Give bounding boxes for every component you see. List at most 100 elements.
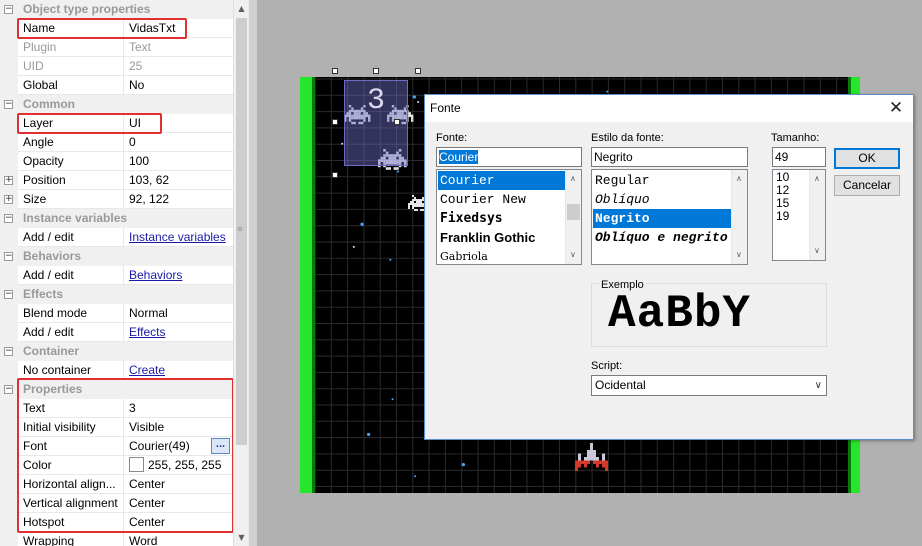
collapse-icon[interactable]: − bbox=[4, 252, 13, 261]
ok-button[interactable]: OK bbox=[834, 148, 900, 169]
property-value[interactable]: Effects bbox=[123, 323, 233, 342]
property-value[interactable]: Center bbox=[123, 513, 233, 532]
handle-bottom-left[interactable] bbox=[332, 172, 338, 178]
property-row[interactable]: Global No bbox=[0, 76, 233, 95]
style-list-item[interactable]: Negrito bbox=[593, 209, 731, 228]
property-value[interactable]: Word bbox=[123, 532, 233, 546]
expand-icon[interactable]: + bbox=[4, 195, 13, 204]
property-row[interactable]: Initial visibility Visible bbox=[0, 418, 233, 437]
property-category[interactable]: − Common bbox=[0, 95, 233, 114]
style-list-item[interactable]: Oblíquo bbox=[593, 190, 731, 209]
handle-top-center[interactable] bbox=[373, 68, 379, 74]
property-value[interactable]: Normal bbox=[123, 304, 233, 323]
property-link[interactable]: Effects bbox=[129, 325, 165, 339]
style-list[interactable]: Oblíquo e negrito Negrito Oblíquo Regular ∧… bbox=[591, 169, 748, 265]
scroll-up-icon[interactable]: ∧ bbox=[736, 174, 744, 184]
property-row[interactable]: Opacity 100 bbox=[0, 152, 233, 171]
property-row[interactable]: Add / edit Instance variables bbox=[0, 228, 233, 247]
property-row[interactable]: Font Courier(49)... bbox=[0, 437, 233, 456]
property-value[interactable]: No bbox=[123, 76, 233, 95]
property-row[interactable]: + Size 92, 122 bbox=[0, 190, 233, 209]
size-list[interactable]: 19 15 12 10 ∧ ∨ bbox=[772, 169, 826, 261]
style-list-scrollbar[interactable]: ∧ ∨ bbox=[731, 170, 747, 264]
font-list-item[interactable]: Fixedsys bbox=[438, 209, 565, 228]
style-input[interactable]: Negrito bbox=[591, 147, 748, 167]
collapse-icon[interactable]: − bbox=[4, 5, 13, 14]
collapse-icon[interactable]: − bbox=[4, 100, 13, 109]
property-row[interactable]: Angle 0 bbox=[0, 133, 233, 152]
property-row[interactable]: No container Create bbox=[0, 361, 233, 380]
font-list-scroll-thumb[interactable] bbox=[567, 204, 580, 220]
collapse-icon[interactable]: − bbox=[4, 214, 13, 223]
scroll-down-icon[interactable]: ∨ bbox=[570, 250, 578, 260]
property-category[interactable]: − Object type properties bbox=[0, 0, 233, 19]
scroll-down-icon[interactable]: ∨ bbox=[736, 250, 744, 260]
property-row[interactable]: Name VidasTxt bbox=[0, 19, 233, 38]
font-list-item[interactable]: Franklin Gothic bbox=[438, 228, 565, 247]
property-row[interactable]: Text 3 bbox=[0, 399, 233, 418]
property-link[interactable]: Instance variables bbox=[129, 230, 226, 244]
property-value[interactable]: 92, 122 bbox=[123, 190, 233, 209]
property-row[interactable]: Add / edit Behaviors bbox=[0, 266, 233, 285]
property-row[interactable]: + Position 103, 62 bbox=[0, 171, 233, 190]
property-row[interactable]: UID 25 bbox=[0, 57, 233, 76]
property-value[interactable]: 0 bbox=[123, 133, 233, 152]
style-list-item[interactable]: Regular bbox=[593, 171, 731, 190]
font-list-item[interactable]: Courier bbox=[438, 171, 565, 190]
property-category[interactable]: − Properties bbox=[0, 380, 233, 399]
property-row[interactable]: Layer UI bbox=[0, 114, 233, 133]
collapse-icon[interactable]: − bbox=[4, 385, 13, 394]
handle-top-left[interactable] bbox=[332, 68, 338, 74]
color-swatch[interactable] bbox=[129, 457, 144, 473]
property-category[interactable]: − Container bbox=[0, 342, 233, 361]
style-list-item[interactable]: Oblíquo e negrito bbox=[593, 228, 731, 247]
handle-top-right[interactable] bbox=[415, 68, 421, 74]
scroll-down-icon[interactable]: ∨ bbox=[814, 246, 822, 256]
size-input[interactable]: 49 bbox=[772, 147, 826, 167]
properties-scrollbar[interactable]: ▲ ≡ ▼ bbox=[233, 0, 248, 546]
collapse-icon[interactable]: − bbox=[4, 290, 13, 299]
property-value[interactable]: Visible bbox=[123, 418, 233, 437]
cancel-button[interactable]: Cancelar bbox=[834, 175, 900, 196]
property-value[interactable]: UI bbox=[123, 114, 233, 133]
handle-middle-right[interactable] bbox=[394, 119, 400, 125]
property-row[interactable]: Add / edit Effects bbox=[0, 323, 233, 342]
property-value[interactable]: Instance variables bbox=[123, 228, 233, 247]
size-list-item[interactable]: 10 bbox=[774, 171, 789, 190]
property-category[interactable]: − Effects bbox=[0, 285, 233, 304]
collapse-icon[interactable]: − bbox=[4, 347, 13, 356]
property-row[interactable]: Wrapping Word bbox=[0, 532, 233, 546]
property-value[interactable]: 25 bbox=[123, 57, 233, 76]
property-row[interactable]: Horizontal align... Center bbox=[0, 475, 233, 494]
layout-scroll-thumb[interactable] bbox=[249, 0, 256, 546]
property-value[interactable]: Create bbox=[123, 361, 233, 380]
property-row[interactable]: Plugin Text bbox=[0, 38, 233, 57]
property-row[interactable]: Vertical alignment Center bbox=[0, 494, 233, 513]
property-value[interactable]: 255, 255, 255 bbox=[123, 456, 233, 475]
scroll-up-icon[interactable]: ∧ bbox=[570, 174, 578, 184]
chevron-down-icon[interactable]: ∨ bbox=[815, 376, 822, 395]
property-category[interactable]: − Behaviors bbox=[0, 247, 233, 266]
scroll-down-icon[interactable]: ▼ bbox=[236, 532, 247, 543]
property-row[interactable]: Blend mode Normal bbox=[0, 304, 233, 323]
property-row[interactable]: Color 255, 255, 255 bbox=[0, 456, 233, 475]
font-input[interactable]: Courier bbox=[436, 147, 582, 167]
property-row[interactable]: Hotspot Center bbox=[0, 513, 233, 532]
font-list-item[interactable]: Courier New bbox=[438, 190, 565, 209]
handle-middle-left[interactable] bbox=[332, 119, 338, 125]
close-icon[interactable]: ✕ bbox=[885, 97, 907, 119]
property-value[interactable]: Center bbox=[123, 494, 233, 513]
property-value[interactable]: Behaviors bbox=[123, 266, 233, 285]
font-list-item[interactable]: Gabriola bbox=[438, 247, 565, 264]
property-value[interactable]: Center bbox=[123, 475, 233, 494]
property-value[interactable]: VidasTxt bbox=[123, 19, 233, 38]
layout-scrollbar[interactable] bbox=[248, 0, 257, 546]
script-select[interactable]: Ocidental ∨ bbox=[591, 375, 827, 396]
property-link[interactable]: Create bbox=[129, 363, 165, 377]
font-picker-button[interactable]: ... bbox=[211, 438, 230, 454]
property-value[interactable]: 103, 62 bbox=[123, 171, 233, 190]
property-value[interactable]: Text bbox=[123, 38, 233, 57]
property-value[interactable]: 100 bbox=[123, 152, 233, 171]
scroll-up-icon[interactable]: ▲ bbox=[236, 3, 247, 14]
font-list[interactable]: Gabriola Franklin Gothic Fixedsys Courier N… bbox=[436, 169, 582, 265]
